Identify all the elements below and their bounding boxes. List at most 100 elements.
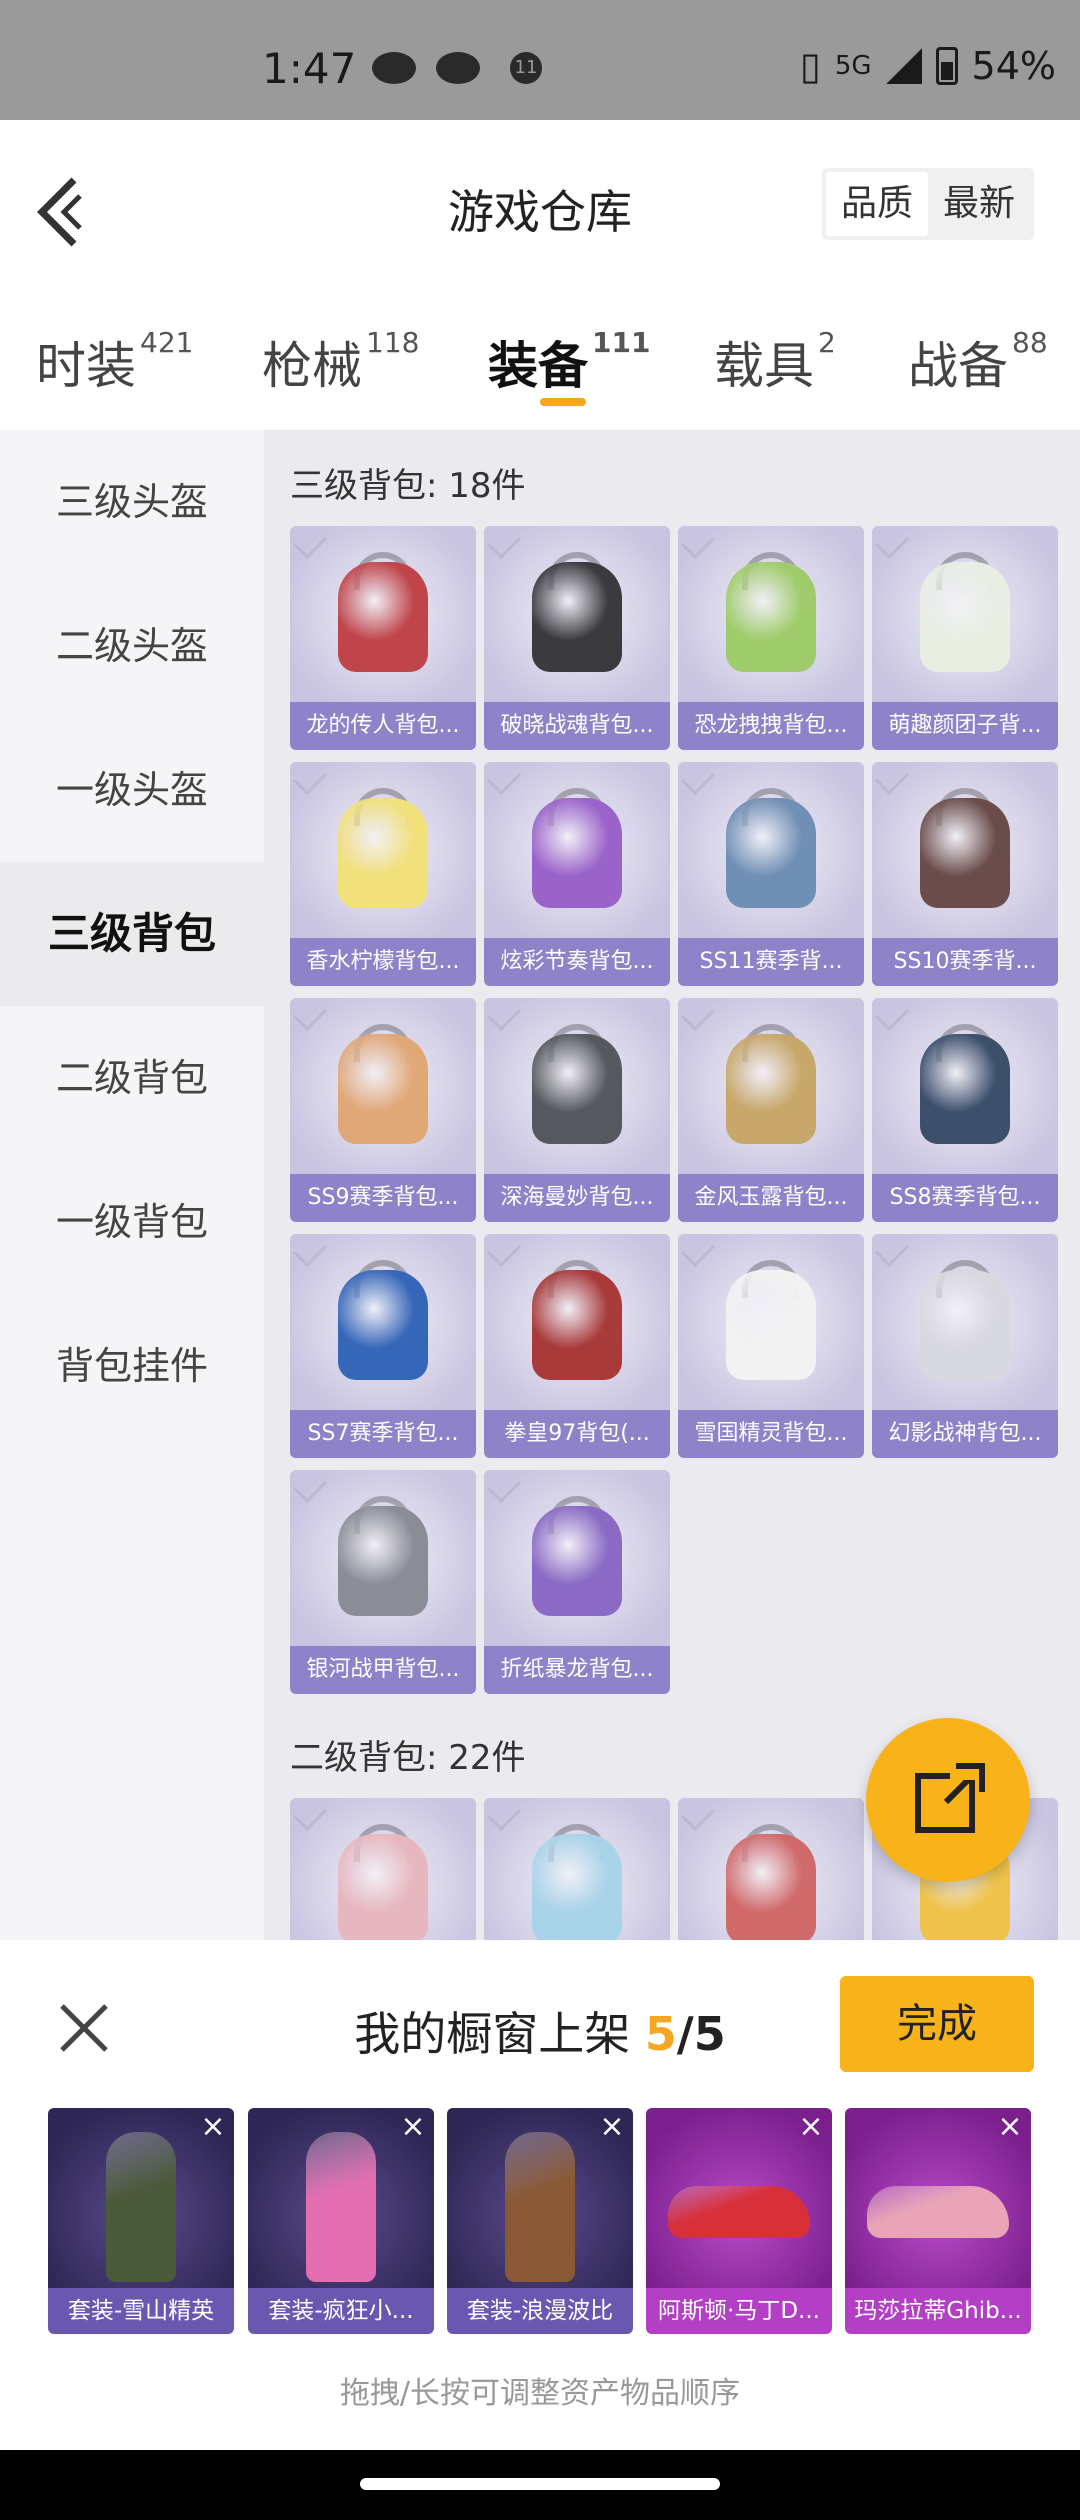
- item-thumbnail: [872, 1234, 1058, 1410]
- backpack-card[interactable]: 雪国精灵背包...: [678, 1234, 864, 1458]
- clock: 1:47: [262, 44, 357, 93]
- item-thumbnail: [290, 526, 476, 702]
- sidebar-item-backpack-2[interactable]: 二级背包: [0, 1006, 264, 1150]
- showcase-item[interactable]: × 套装-浪漫波比: [447, 2108, 633, 2334]
- item-thumbnail: [290, 762, 476, 938]
- section-title: 三级背包: 18件: [290, 466, 526, 506]
- backpack-card[interactable]: [678, 1798, 864, 1940]
- signal-icon: [885, 48, 922, 84]
- tab-weapons[interactable]: 枪械 118: [262, 326, 419, 398]
- app-header: 游戏仓库 品质 最新: [0, 120, 1080, 290]
- item-thumbnail: [484, 526, 670, 702]
- backpack-card[interactable]: 破晓战魂背包...: [484, 526, 670, 750]
- remove-icon[interactable]: ×: [995, 2112, 1025, 2142]
- section-title: 二级背包: 22件: [290, 1738, 526, 1778]
- backpack-card[interactable]: 炫彩节奏背包...: [484, 762, 670, 986]
- backpack-image: [726, 798, 816, 908]
- backpack-card[interactable]: 拳皇97背包(...: [484, 1234, 670, 1458]
- sort-newest-button[interactable]: 最新: [928, 172, 1030, 236]
- backpack-card[interactable]: 金风玉露背包...: [678, 998, 864, 1222]
- backpack-card[interactable]: 恐龙拽拽背包...: [678, 526, 864, 750]
- item-thumbnail: [484, 1470, 670, 1646]
- backpack-image: [920, 1270, 1010, 1380]
- tab-count: 118: [366, 326, 420, 359]
- backpack-card[interactable]: 香水柠檬背包...: [290, 762, 476, 986]
- item-name: 套装-疯狂小...: [248, 2288, 434, 2334]
- backpack-card[interactable]: SS8赛季背包...: [872, 998, 1058, 1222]
- backpack-card[interactable]: [484, 1798, 670, 1940]
- backpack-image: [338, 798, 428, 908]
- category-tabs: 时装 421 枪械 118 装备 111 载具 2 战备 88: [0, 290, 1080, 430]
- home-gesture-handle[interactable]: [360, 2478, 720, 2490]
- showcase-item[interactable]: × 玛莎拉蒂Ghib...: [845, 2108, 1031, 2334]
- backpack-image: [532, 1834, 622, 1940]
- item-name: 恐龙拽拽背包...: [678, 702, 864, 750]
- sidebar-item-backpack-charm[interactable]: 背包挂件: [0, 1294, 264, 1438]
- item-name: 炫彩节奏背包...: [484, 938, 670, 986]
- backpack-card[interactable]: 银河战甲背包...: [290, 1470, 476, 1694]
- backpack-image: [532, 1270, 622, 1380]
- tab-label: 枪械: [262, 337, 362, 395]
- backpack-card[interactable]: SS7赛季背包...: [290, 1234, 476, 1458]
- sidebar-item-helmet-1[interactable]: 一级头盔: [0, 718, 264, 862]
- backpack-card[interactable]: SS9赛季背包...: [290, 998, 476, 1222]
- sidebar-item-backpack-3[interactable]: 三级背包: [0, 862, 264, 1006]
- sidebar-item-backpack-1[interactable]: 一级背包: [0, 1150, 264, 1294]
- tab-label: 载具: [714, 337, 814, 395]
- sidebar-item-helmet-2[interactable]: 二级头盔: [0, 574, 264, 718]
- battery-level: 54%: [971, 44, 1056, 88]
- item-thumbnail: [678, 1234, 864, 1410]
- item-thumbnail: [872, 526, 1058, 702]
- showcase-item[interactable]: × 阿斯顿·马丁D...: [646, 2108, 832, 2334]
- battery-icon: [935, 47, 958, 85]
- showcase-title-text: 我的橱窗上架: [354, 2007, 631, 2061]
- tab-count: 88: [1012, 326, 1048, 359]
- system-indicators: ▯ 5G 54%: [800, 44, 1056, 88]
- backpack-image: [726, 1270, 816, 1380]
- item-thumbnail: [678, 998, 864, 1174]
- done-button[interactable]: 完成: [840, 1976, 1034, 2072]
- remove-icon[interactable]: ×: [398, 2112, 428, 2142]
- tab-equipment[interactable]: 装备 111: [488, 326, 650, 398]
- backpack-image: [338, 1270, 428, 1380]
- item-name: 套装-雪山精英: [48, 2288, 234, 2334]
- backpack-card[interactable]: 折纸暴龙背包...: [484, 1470, 670, 1694]
- reorder-hint: 拖拽/长按可调整资产物品顺序: [339, 2376, 741, 2411]
- share-button[interactable]: [866, 1718, 1030, 1882]
- showcase-item[interactable]: × 套装-雪山精英: [48, 2108, 234, 2334]
- remove-icon[interactable]: ×: [597, 2112, 627, 2142]
- item-name: SS8赛季背包...: [872, 1174, 1058, 1222]
- backpack-card[interactable]: SS10赛季背...: [872, 762, 1058, 986]
- item-thumbnail: [290, 1470, 476, 1646]
- item-name: 拳皇97背包(...: [484, 1410, 670, 1458]
- tab-fashion[interactable]: 时装 421: [36, 326, 193, 398]
- tab-count: 111: [592, 326, 651, 359]
- backpack-image: [726, 562, 816, 672]
- backpack-card[interactable]: 龙的传人背包...: [290, 526, 476, 750]
- item-thumbnail: [290, 1234, 476, 1410]
- backpack-image: [338, 562, 428, 672]
- showcase-sheet: 我的橱窗上架 5/5 完成 × 套装-雪山精英 × 套装-疯狂小... × 套装-浪漫波比…: [0, 1940, 1080, 2450]
- remove-icon[interactable]: ×: [796, 2112, 826, 2142]
- showcase-count-separator: /: [676, 2007, 694, 2061]
- status-bar: 1:47 11 ▯ 5G 54%: [0, 0, 1080, 120]
- showcase-item[interactable]: × 套装-疯狂小...: [248, 2108, 434, 2334]
- outfit-image: [505, 2132, 575, 2282]
- tab-vehicles[interactable]: 载具 2: [714, 326, 836, 398]
- wechat-icon: [372, 52, 416, 84]
- showcase-max-count: 5: [693, 2007, 726, 2061]
- remove-icon[interactable]: ×: [198, 2112, 228, 2142]
- backpack-image: [338, 1034, 428, 1144]
- tab-supplies[interactable]: 战备 88: [908, 326, 1048, 398]
- backpack-card[interactable]: 萌趣颜团子背...: [872, 526, 1058, 750]
- sort-quality-button[interactable]: 品质: [826, 172, 928, 236]
- sidebar-item-helmet-3[interactable]: 三级头盔: [0, 430, 264, 574]
- backpack-card[interactable]: 幻影战神背包...: [872, 1234, 1058, 1458]
- backpack-card[interactable]: [290, 1798, 476, 1940]
- backpack-card[interactable]: 深海曼妙背包...: [484, 998, 670, 1222]
- item-name: 套装-浪漫波比: [447, 2288, 633, 2334]
- backpack-image: [726, 1034, 816, 1144]
- item-thumbnail: [484, 998, 670, 1174]
- item-name: 龙的传人背包...: [290, 702, 476, 750]
- backpack-card[interactable]: SS11赛季背...: [678, 762, 864, 986]
